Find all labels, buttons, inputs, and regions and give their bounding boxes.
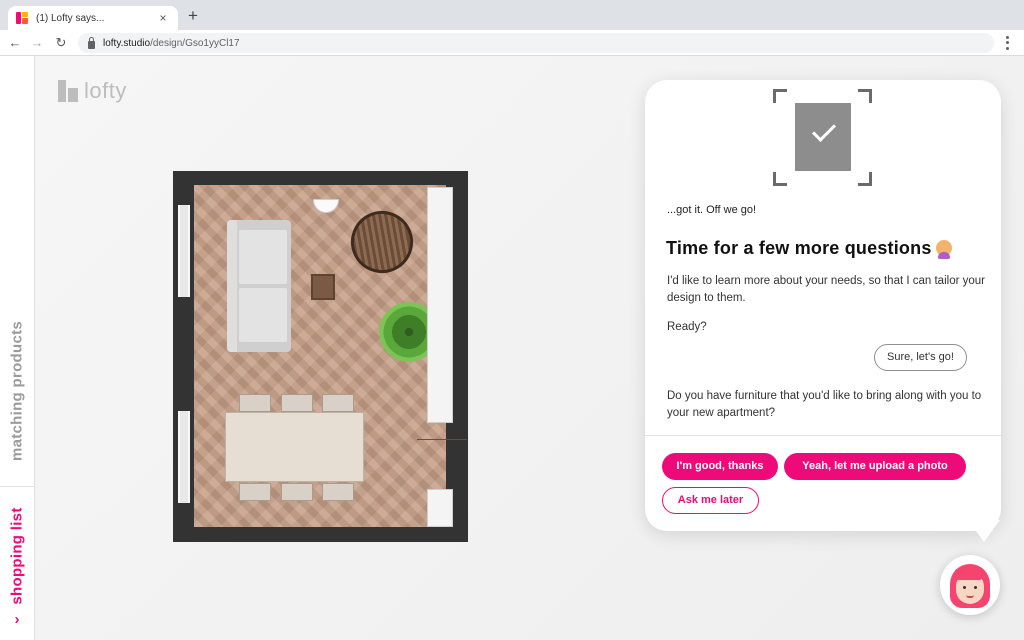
dining-chair[interactable] bbox=[239, 483, 271, 501]
sidebar-item-shopping-list[interactable]: shopping list bbox=[9, 507, 26, 604]
chat-panel: ...got it. Off we go! Time for a few mor… bbox=[645, 80, 1001, 531]
dining-chair[interactable] bbox=[322, 394, 354, 412]
option-ask-later-button[interactable]: Ask me later bbox=[662, 487, 759, 514]
round-chair[interactable] bbox=[342, 202, 422, 282]
dining-chair[interactable] bbox=[281, 483, 313, 501]
person-tipping-hand-emoji bbox=[935, 240, 952, 259]
address-bar[interactable]: lofty.studio/design/Gso1yyCl17 bbox=[78, 33, 994, 53]
floor-lamp[interactable] bbox=[313, 199, 339, 213]
back-arrow-icon[interactable]: ← bbox=[6, 34, 24, 52]
wall-shelf bbox=[427, 489, 453, 527]
tab-title: (1) Lofty says... bbox=[36, 12, 105, 24]
sidebar: matching products shopping list › bbox=[0, 56, 35, 640]
dining-chair[interactable] bbox=[281, 394, 313, 412]
floor-area bbox=[194, 185, 467, 527]
chat-divider bbox=[645, 435, 1001, 436]
kebab-menu-icon[interactable] bbox=[1000, 35, 1014, 51]
url-path: /design/Gso1yyCl17 bbox=[150, 37, 240, 49]
app-logo[interactable]: lofty bbox=[58, 78, 127, 104]
favicon-icon bbox=[16, 12, 28, 24]
close-icon[interactable]: × bbox=[156, 11, 170, 25]
reload-icon[interactable]: ↻ bbox=[52, 34, 70, 52]
user-reply-bubble: Sure, let's go! bbox=[874, 344, 967, 371]
wall-shelf bbox=[427, 187, 453, 423]
sidebar-item-matching-products[interactable]: matching products bbox=[9, 321, 26, 461]
side-table[interactable] bbox=[311, 274, 335, 300]
dining-chair[interactable] bbox=[239, 394, 271, 412]
bot-message-ready: Ready? bbox=[667, 321, 707, 333]
floor-plan[interactable] bbox=[173, 171, 468, 542]
bot-message-body: I'd like to learn more about your needs,… bbox=[667, 275, 985, 304]
checkmark-icon bbox=[773, 89, 872, 186]
logo-text: lofty bbox=[84, 78, 127, 103]
chat-bubble-tail bbox=[968, 520, 1000, 542]
option-im-good-button[interactable]: I'm good, thanks bbox=[662, 453, 778, 480]
plus-icon[interactable]: + bbox=[184, 7, 202, 25]
dining-chair[interactable] bbox=[322, 483, 354, 501]
browser-tab[interactable]: (1) Lofty says... × bbox=[8, 6, 178, 30]
dining-table[interactable] bbox=[225, 412, 364, 482]
sofa[interactable] bbox=[227, 220, 291, 352]
bot-message-question: Do you have furniture that you'd like to… bbox=[667, 390, 982, 419]
assistant-avatar-icon[interactable] bbox=[940, 555, 1000, 615]
lofty-logo-icon bbox=[58, 80, 78, 102]
lock-icon bbox=[88, 36, 95, 49]
bot-message-heading: Time for a few more questions bbox=[666, 238, 952, 259]
window bbox=[178, 411, 190, 503]
option-upload-photo-button[interactable]: Yeah, let me upload a photo bbox=[784, 453, 966, 480]
sidebar-divider bbox=[0, 486, 35, 487]
url-host: lofty.studio bbox=[103, 37, 151, 49]
chevron-right-icon[interactable]: › bbox=[8, 611, 26, 629]
heading-text: Time for a few more questions bbox=[666, 238, 932, 258]
forward-arrow-icon[interactable]: → bbox=[28, 34, 46, 52]
window bbox=[178, 205, 190, 297]
browser-tab-strip: (1) Lofty says... × + bbox=[0, 0, 1024, 30]
browser-toolbar: ← → ↻ lofty.studio/design/Gso1yyCl17 bbox=[0, 30, 1024, 56]
bot-message-got-it: ...got it. Off we go! bbox=[667, 204, 757, 216]
url-text: lofty.studio/design/Gso1yyCl17 bbox=[103, 38, 240, 49]
